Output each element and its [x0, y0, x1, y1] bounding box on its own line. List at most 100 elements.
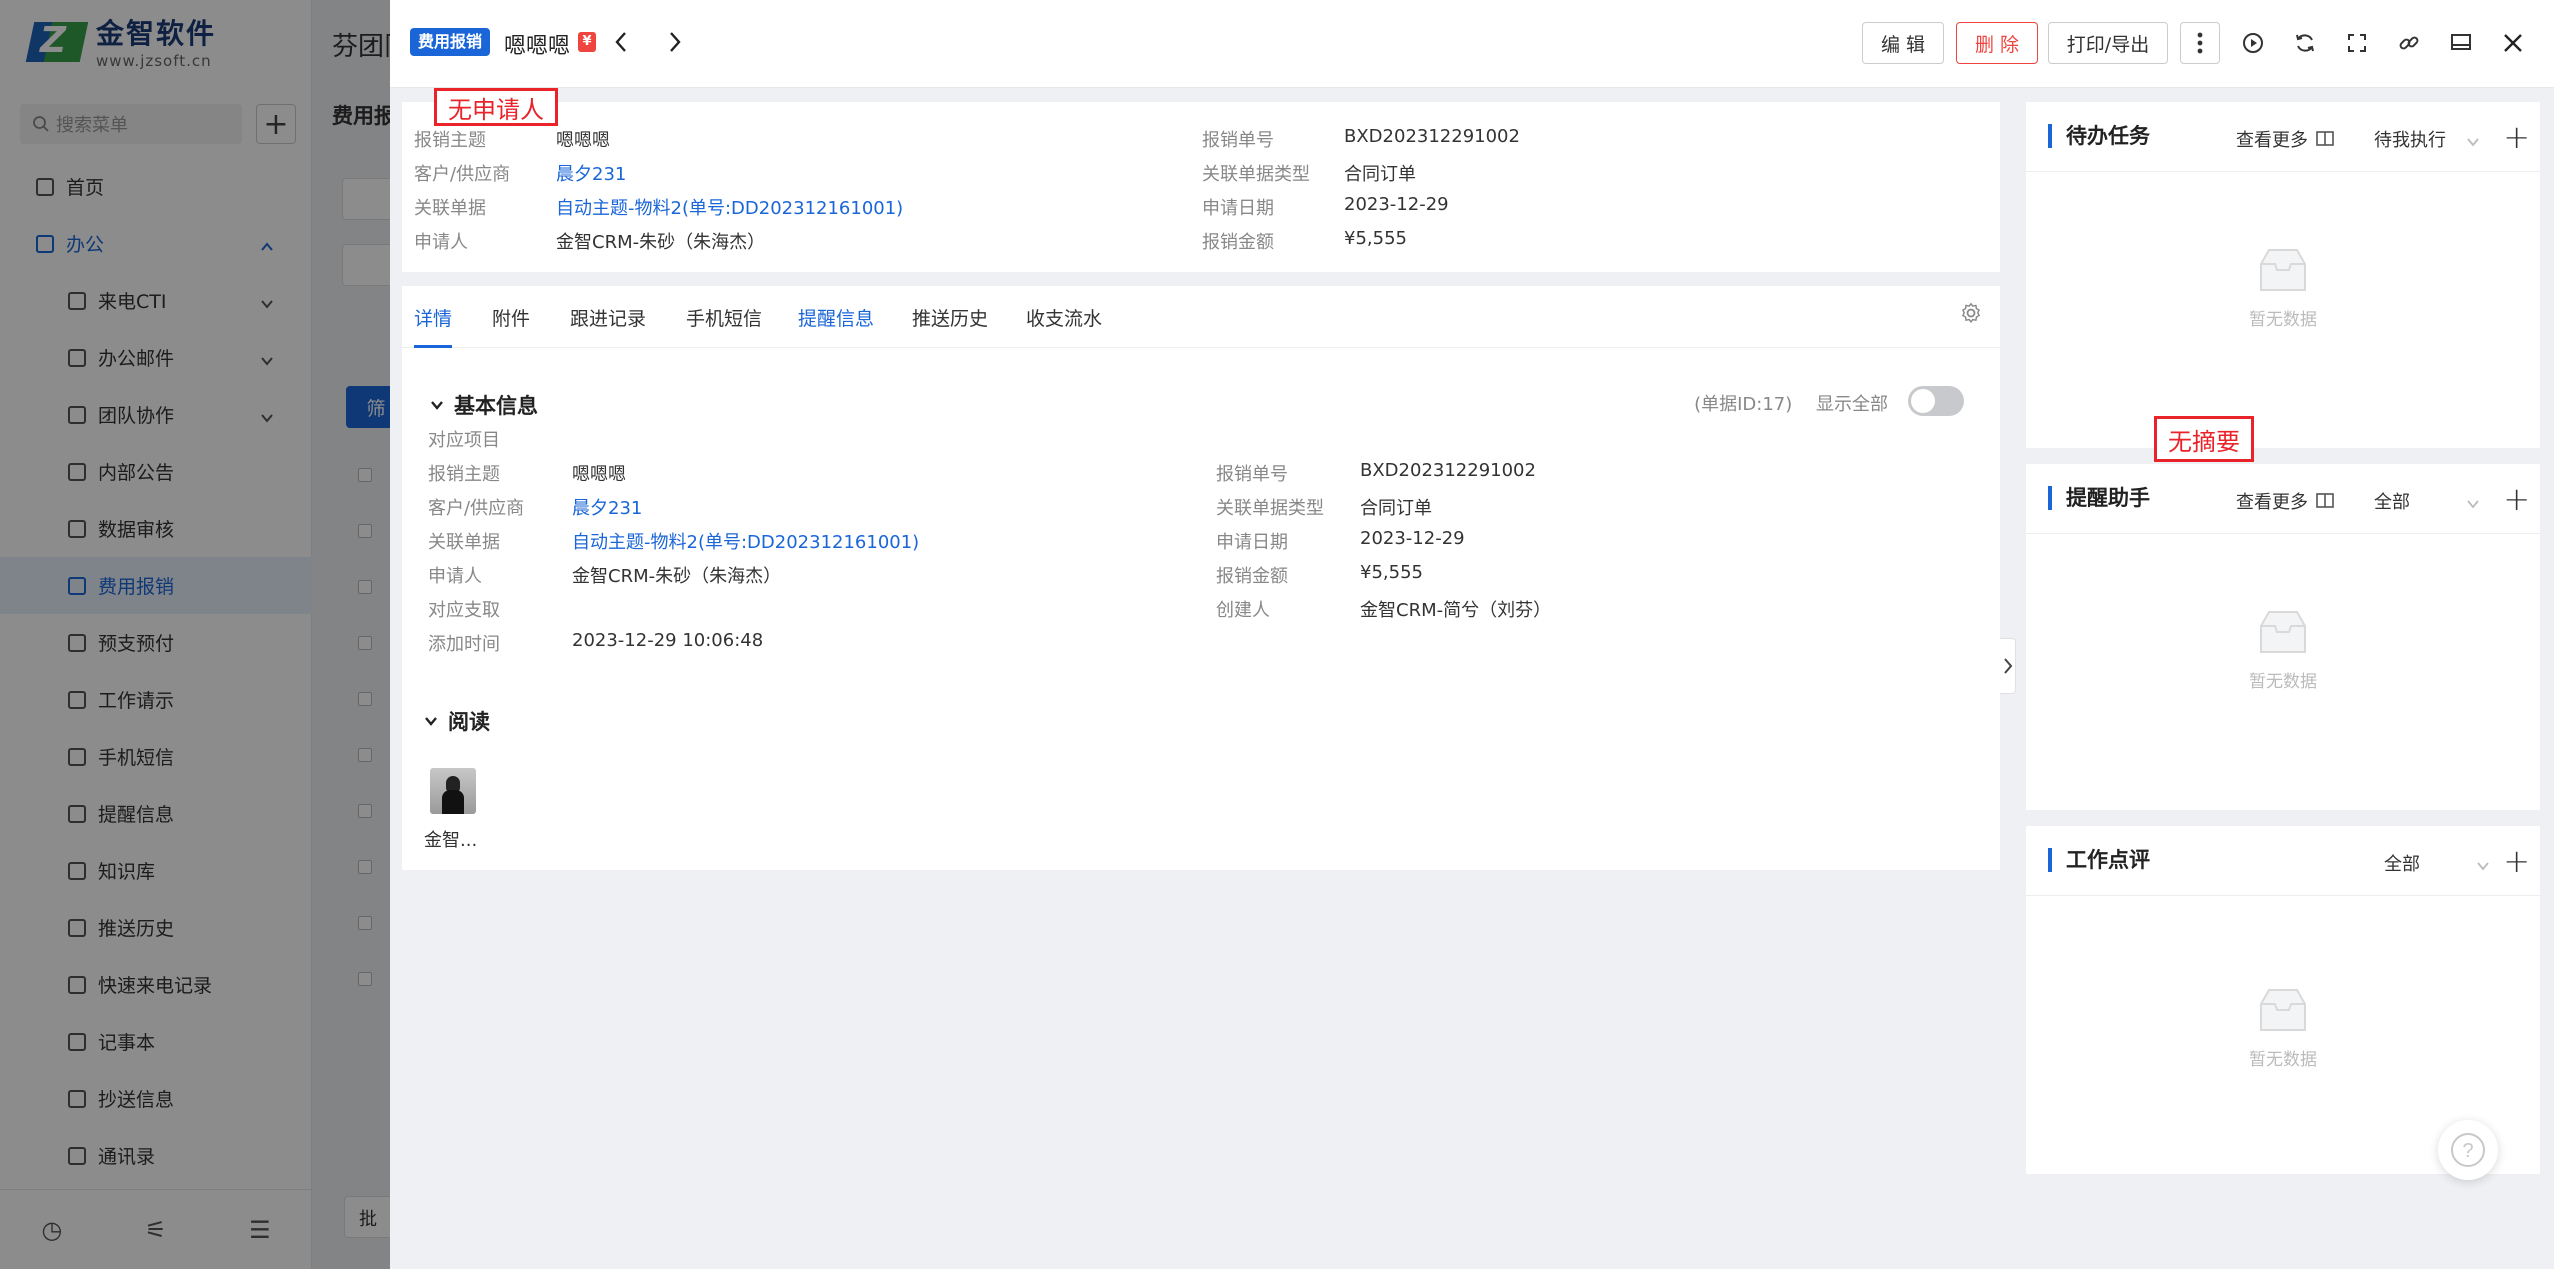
field-value: 2023-12-29: [1344, 194, 1449, 215]
reader-avatar[interactable]: [430, 768, 476, 814]
copy-link-button[interactable]: [2392, 26, 2426, 60]
more-menu-button[interactable]: [2180, 22, 2220, 64]
chevron-right-icon: [670, 32, 681, 52]
tab[interactable]: 详情: [414, 304, 453, 348]
summary-card: 报销主题 嗯嗯嗯 客户/供应商 晨夕231 关联单据 自动主题-物料2(单号:DD2023…: [402, 102, 2000, 272]
gear-icon: [1961, 302, 1981, 323]
book-icon: [2316, 131, 2334, 146]
field-label: 申请人: [428, 566, 482, 587]
field-value: 2023-12-29: [1360, 528, 1465, 549]
field-value: 金智CRM-简兮（刘芬）: [1360, 600, 1552, 621]
window-mode-button[interactable]: [2444, 26, 2478, 60]
field-row: 报销单号 BXD202312291002: [1202, 126, 1520, 152]
link-icon: [2399, 36, 2419, 50]
help-icon: ?: [2451, 1133, 2485, 1167]
drawer-header: 费用报销 嗯嗯嗯 ¥ 编 辑 删 除 打印/导出: [390, 0, 2554, 88]
reminder-view-more[interactable]: 查看更多: [2236, 488, 2334, 514]
field-link[interactable]: 自动主题-物料2(单号:DD202312161001): [572, 528, 919, 554]
todo-add-button[interactable]: +: [2503, 118, 2530, 156]
empty-inbox-icon: [2260, 989, 2306, 1031]
field-label: 报销主题: [428, 464, 500, 485]
field-value: BXD202312291002: [1344, 126, 1520, 147]
todo-empty-state: 暂无数据: [2026, 246, 2540, 330]
reminder-empty-text: 暂无数据: [2249, 672, 2317, 692]
field-label: 创建人: [1216, 600, 1270, 621]
review-filter-select[interactable]: 全部: [2384, 850, 2420, 876]
play-circle-icon: [2243, 33, 2263, 53]
field-label: 关联单据类型: [1216, 498, 1324, 519]
review-empty-text: 暂无数据: [2249, 1050, 2317, 1070]
field-row: 报销单号 BXD202312291002: [1216, 460, 1536, 486]
todo-filter-select[interactable]: 待我执行: [2374, 126, 2446, 152]
tab[interactable]: 推送历史: [912, 304, 988, 348]
tab[interactable]: 提醒信息: [798, 304, 874, 348]
basic-info-title: 基本信息: [454, 394, 538, 418]
annotation-no-summary: 无摘要: [2154, 416, 2254, 462]
edit-button[interactable]: 编 辑: [1862, 22, 1944, 64]
empty-inbox-icon: [2260, 249, 2306, 291]
field-value: 金智CRM-朱砂（朱海杰）: [556, 232, 766, 253]
field-row: 申请人 金智CRM-朱砂（朱海杰）: [414, 228, 765, 254]
field-link[interactable]: 自动主题-物料2(单号:DD202312161001): [556, 194, 903, 220]
play-button[interactable]: [2236, 26, 2270, 60]
field-label: 关联单据: [414, 198, 486, 219]
refresh-button[interactable]: [2288, 26, 2322, 60]
field-link[interactable]: 晨夕231: [572, 494, 642, 520]
tab[interactable]: 手机短信: [686, 304, 762, 348]
reminder-filter-select[interactable]: 全部: [2374, 488, 2410, 514]
tab-settings-button[interactable]: [1960, 302, 1982, 329]
fullscreen-button[interactable]: [2340, 26, 2374, 60]
review-add-button[interactable]: +: [2503, 842, 2530, 880]
annotation-no-applicant: 无申请人: [434, 88, 558, 126]
todo-panel: 待办任务 查看更多 待我执行 + 暂无数据: [2026, 102, 2540, 448]
chevron-down-icon: [425, 717, 437, 726]
collapse-side-panel-button[interactable]: [2000, 638, 2016, 694]
todo-view-more[interactable]: 查看更多: [2236, 126, 2334, 152]
tab[interactable]: 附件: [492, 304, 530, 348]
field-label: 报销单号: [1202, 130, 1274, 151]
field-value: 嗯嗯嗯: [572, 464, 626, 485]
field-value: 2023-12-29 10:06:48: [572, 630, 764, 651]
review-panel-title: 工作点评: [2048, 848, 2150, 872]
tab[interactable]: 收支流水: [1026, 304, 1102, 348]
tab[interactable]: 跟进记录: [570, 304, 646, 348]
prev-record-button[interactable]: [606, 26, 636, 58]
book-icon: [2316, 493, 2334, 508]
field-value: ¥5,555: [1360, 562, 1423, 583]
todo-empty-text: 暂无数据: [2249, 310, 2317, 330]
window-icon: [2451, 34, 2471, 50]
field-link[interactable]: 晨夕231: [556, 160, 626, 186]
review-empty-state: 暂无数据: [2026, 986, 2540, 1070]
field-value: 嗯嗯嗯: [556, 130, 610, 151]
basic-info-header[interactable]: 基本信息: [430, 390, 538, 420]
close-drawer-button[interactable]: [2496, 26, 2530, 60]
field-row: 关联单据 自动主题-物料2(单号:DD202312161001): [428, 528, 919, 554]
help-button[interactable]: ?: [2438, 1120, 2498, 1180]
field-row: 申请日期 2023-12-29: [1216, 528, 1465, 554]
field-label: 报销金额: [1216, 566, 1288, 587]
reminder-empty-state: 暂无数据: [2026, 608, 2540, 692]
chevron-down-icon: [2476, 854, 2490, 876]
more-vertical-icon: [2197, 32, 2203, 54]
chevron-left-icon: [615, 32, 626, 52]
reminder-panel-title: 提醒助手: [2048, 486, 2150, 510]
field-row: 客户/供应商 晨夕231: [428, 494, 642, 520]
field-row: 报销主题 嗯嗯嗯: [428, 460, 626, 486]
next-record-button[interactable]: [660, 26, 690, 58]
reminder-view-more-label: 查看更多: [2236, 492, 2308, 513]
money-icon: ¥: [578, 32, 596, 52]
field-label: 对应支取: [428, 600, 500, 621]
read-header[interactable]: 阅读: [424, 706, 490, 736]
field-row: 关联单据 自动主题-物料2(单号:DD202312161001): [414, 194, 903, 220]
field-label: 申请人: [414, 232, 468, 253]
svg-text:?: ?: [2462, 1140, 2473, 1162]
field-row: 关联单据类型 合同订单: [1216, 494, 1432, 520]
print-export-button[interactable]: 打印/导出: [2048, 22, 2168, 64]
field-label: 客户/供应商: [414, 164, 511, 185]
field-row: 对应支取: [428, 596, 572, 622]
reminder-add-button[interactable]: +: [2503, 480, 2530, 518]
show-all-toggle[interactable]: [1908, 386, 1964, 416]
reader-name: 金智...: [424, 830, 478, 851]
delete-button[interactable]: 删 除: [1956, 22, 2038, 64]
detail-card: 详情 附件 跟进记录 手机短信 提醒信息 推送历史 收支流水 基本信息 (单据ID:17) …: [402, 286, 2000, 870]
